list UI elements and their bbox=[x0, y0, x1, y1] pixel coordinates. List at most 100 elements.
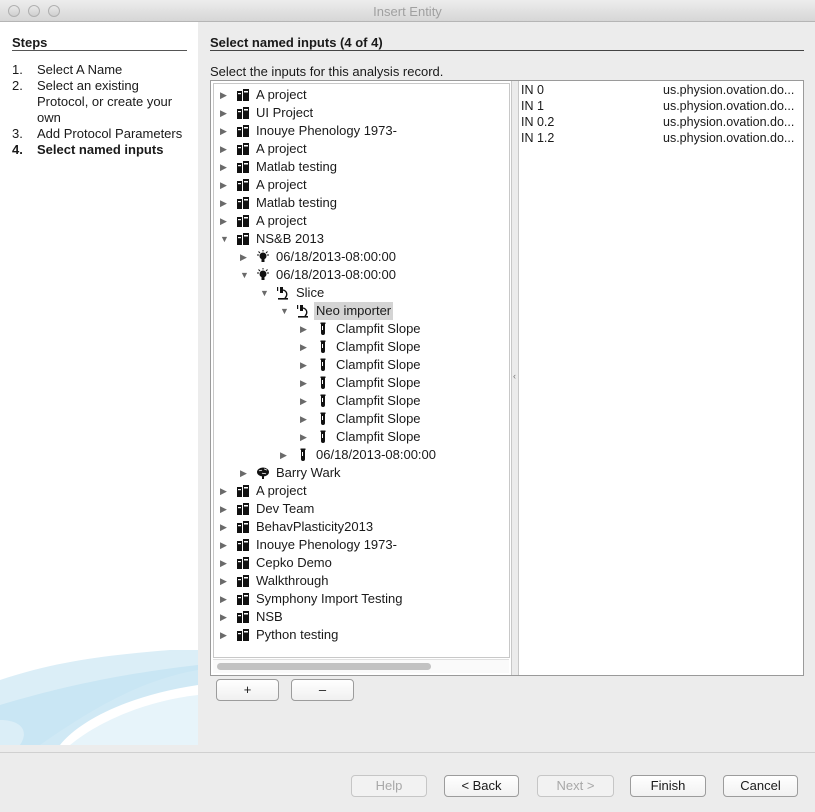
window-titlebar: Insert Entity bbox=[0, 0, 815, 22]
project-icon bbox=[236, 574, 250, 588]
input-uri: us.physion.ovation.do... bbox=[663, 99, 795, 113]
collapse-arrow-icon[interactable]: ▼ bbox=[260, 284, 270, 302]
tree-node-label: Walkthrough bbox=[256, 573, 329, 588]
expand-arrow-icon[interactable]: ▶ bbox=[220, 536, 230, 554]
project-icon bbox=[236, 520, 250, 534]
tree-node-label: Clampfit Slope bbox=[336, 357, 421, 372]
expand-arrow-icon[interactable]: ▶ bbox=[300, 338, 310, 356]
collapse-arrow-icon[interactable]: ▼ bbox=[280, 302, 290, 320]
tree-node-label: Clampfit Slope bbox=[336, 393, 421, 408]
project-icon bbox=[236, 232, 250, 246]
expand-arrow-icon[interactable]: ▶ bbox=[280, 446, 290, 464]
test-tube-icon bbox=[316, 322, 330, 336]
microscope-icon bbox=[296, 304, 310, 318]
named-input-row[interactable]: IN 1.2 us.physion.ovation.do... bbox=[521, 130, 803, 146]
expand-arrow-icon[interactable]: ▶ bbox=[220, 590, 230, 608]
split-pane-divider[interactable]: ‹ bbox=[511, 81, 519, 675]
expand-arrow-icon[interactable]: ▶ bbox=[220, 140, 230, 158]
tree-node-label: 06/18/2013-08:00:00 bbox=[276, 249, 396, 264]
entity-tree[interactable]: ▶ A project ▶ UI Project ▶ Inouye Phenology 1… bbox=[213, 83, 510, 658]
expand-arrow-icon[interactable]: ▶ bbox=[300, 320, 310, 338]
input-name: IN 0 bbox=[521, 83, 544, 97]
tree-node-label: Matlab testing bbox=[256, 159, 337, 174]
test-tube-icon bbox=[316, 394, 330, 408]
step-number: 4. bbox=[12, 142, 23, 157]
test-tube-icon bbox=[316, 340, 330, 354]
tree-node-label: BehavPlasticity2013 bbox=[256, 519, 374, 534]
expand-arrow-icon[interactable]: ▶ bbox=[220, 86, 230, 104]
expand-arrow-icon[interactable]: ▶ bbox=[300, 374, 310, 392]
expand-arrow-icon[interactable]: ▶ bbox=[220, 212, 230, 230]
expand-arrow-icon[interactable]: ▶ bbox=[300, 356, 310, 374]
expand-arrow-icon[interactable]: ▶ bbox=[220, 608, 230, 626]
collapse-arrow-icon[interactable]: ▼ bbox=[240, 266, 250, 284]
project-icon bbox=[236, 628, 250, 642]
tree-node-label: Clampfit Slope bbox=[336, 429, 421, 444]
scrollbar-thumb[interactable] bbox=[217, 663, 431, 670]
expand-arrow-icon[interactable]: ▶ bbox=[240, 464, 250, 482]
input-name: IN 1.2 bbox=[521, 131, 555, 145]
expand-arrow-icon[interactable]: ▶ bbox=[220, 482, 230, 500]
tree-node-label: A project bbox=[256, 141, 307, 156]
brain-icon bbox=[256, 466, 270, 480]
input-uri: us.physion.ovation.do... bbox=[663, 131, 795, 145]
back-button[interactable]: < Back bbox=[444, 775, 519, 797]
expand-arrow-icon[interactable]: ▶ bbox=[240, 248, 250, 266]
project-icon bbox=[236, 610, 250, 624]
expand-arrow-icon[interactable]: ▶ bbox=[220, 626, 230, 644]
remove-input-button[interactable]: – bbox=[291, 679, 354, 701]
tree-node-label: Inouye Phenology 1973- bbox=[256, 537, 397, 552]
project-icon bbox=[236, 538, 250, 552]
project-icon bbox=[236, 88, 250, 102]
project-icon bbox=[236, 106, 250, 120]
tree-node-label: 06/18/2013-08:00:00 bbox=[316, 447, 436, 462]
expand-arrow-icon[interactable]: ▶ bbox=[220, 194, 230, 212]
input-name: IN 1 bbox=[521, 99, 544, 113]
tree-node-label: NSB bbox=[256, 609, 283, 624]
named-input-row[interactable]: IN 0 us.physion.ovation.do... bbox=[521, 82, 803, 98]
help-button[interactable]: Help bbox=[351, 775, 427, 797]
entity-tree-pane: ▶ A project ▶ UI Project ▶ Inouye Phenology 1… bbox=[211, 81, 511, 675]
named-inputs-list[interactable]: IN 0 us.physion.ovation.do... IN 1 us.physi… bbox=[519, 81, 803, 675]
experiment-bulb-icon bbox=[256, 250, 270, 264]
tree-node-label: Slice bbox=[296, 285, 325, 300]
next-button[interactable]: Next > bbox=[537, 775, 614, 797]
expand-arrow-icon[interactable]: ▶ bbox=[220, 104, 230, 122]
tree-node-label: Clampfit Slope bbox=[336, 411, 421, 426]
step-item-current: 4. Select named inputs bbox=[12, 142, 190, 158]
expand-arrow-icon[interactable]: ▶ bbox=[220, 122, 230, 140]
tree-horizontal-scrollbar[interactable] bbox=[213, 659, 509, 673]
project-icon bbox=[236, 142, 250, 156]
input-uri: us.physion.ovation.do... bbox=[663, 115, 795, 129]
step-label: Select an existing Protocol, or create y… bbox=[37, 78, 173, 125]
steps-divider bbox=[12, 50, 187, 51]
expand-arrow-icon[interactable]: ▶ bbox=[300, 410, 310, 428]
named-input-row[interactable]: IN 0.2 us.physion.ovation.do... bbox=[521, 114, 803, 130]
tree-node-label: Matlab testing bbox=[256, 195, 337, 210]
step-label: Add Protocol Parameters bbox=[37, 126, 183, 141]
expand-arrow-icon[interactable]: ▶ bbox=[220, 572, 230, 590]
cancel-button[interactable]: Cancel bbox=[723, 775, 798, 797]
project-icon bbox=[236, 592, 250, 606]
expand-arrow-icon[interactable]: ▶ bbox=[300, 428, 310, 446]
expand-arrow-icon[interactable]: ▶ bbox=[220, 554, 230, 572]
project-icon bbox=[236, 214, 250, 228]
tree-node-label: 06/18/2013-08:00:00 bbox=[276, 267, 396, 282]
expand-arrow-icon[interactable]: ▶ bbox=[220, 176, 230, 194]
steps-heading: Steps bbox=[12, 35, 48, 50]
expand-arrow-icon[interactable]: ▶ bbox=[220, 158, 230, 176]
footer-divider bbox=[0, 752, 815, 753]
finish-button[interactable]: Finish bbox=[630, 775, 706, 797]
steps-panel: Steps 1. Select A Name 2. Select an exis… bbox=[0, 22, 198, 745]
collapse-arrow-icon[interactable]: ▼ bbox=[220, 230, 230, 248]
step-label: Select A Name bbox=[37, 62, 123, 77]
expand-arrow-icon[interactable]: ▶ bbox=[220, 500, 230, 518]
step-label: Select named inputs bbox=[37, 142, 164, 157]
add-input-button[interactable]: + bbox=[216, 679, 279, 701]
project-icon bbox=[236, 196, 250, 210]
expand-arrow-icon[interactable]: ▶ bbox=[300, 392, 310, 410]
expand-arrow-icon[interactable]: ▶ bbox=[220, 518, 230, 536]
microscope-icon bbox=[276, 286, 290, 300]
named-input-row[interactable]: IN 1 us.physion.ovation.do... bbox=[521, 98, 803, 114]
title-divider bbox=[210, 50, 804, 51]
